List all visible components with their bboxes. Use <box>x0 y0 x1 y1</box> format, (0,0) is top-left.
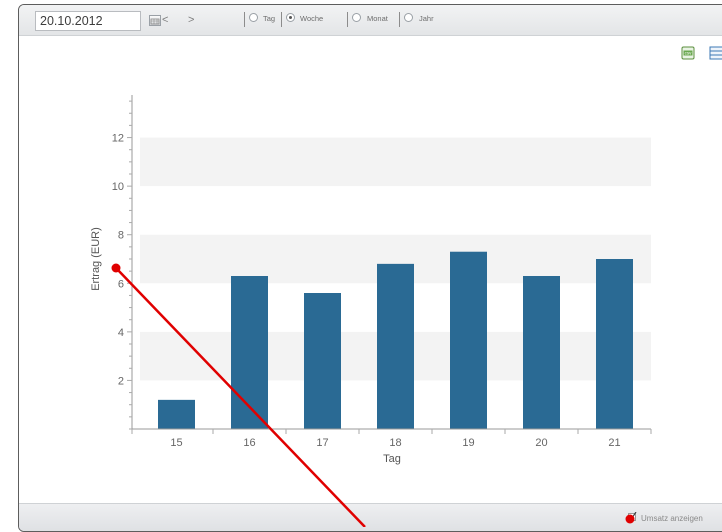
y-tick-label: 2 <box>118 375 124 387</box>
bar-15 <box>158 399 195 429</box>
x-tick-label: 19 <box>462 437 474 449</box>
umsatz-label[interactable]: Umsatz anzeigen <box>641 514 703 523</box>
x-tick-label: 20 <box>535 437 547 449</box>
y-tick-label: 8 <box>118 230 124 242</box>
app-window: 20.10.2012 < > Tag Woche Monat Jahr csv <box>18 4 722 532</box>
bar-16 <box>231 276 268 429</box>
y-tick-label: 10 <box>112 181 124 193</box>
bar-20 <box>523 276 560 429</box>
x-tick-label: 21 <box>608 437 620 449</box>
x-tick-label: 16 <box>243 437 255 449</box>
x-axis-label: Tag <box>383 453 401 465</box>
y-tick-label: 12 <box>112 133 124 145</box>
chart-band <box>140 137 651 187</box>
x-tick-label: 18 <box>389 437 401 449</box>
bar-21 <box>596 259 633 429</box>
bar-19 <box>450 251 487 429</box>
bar-chart: 2 4 6 8 10 12 15 16 17 18 19 20 21 Tag Ertrag (EUR) <box>90 95 652 465</box>
y-tick-label: 4 <box>118 327 124 339</box>
y-axis-label: Ertrag (EUR) <box>90 227 102 291</box>
bar-17 <box>304 293 341 429</box>
x-tick-label: 15 <box>170 437 182 449</box>
umsatz-checkbox[interactable] <box>628 512 637 521</box>
y-tick-label: 6 <box>118 278 124 290</box>
bar-18 <box>377 263 414 429</box>
x-tick-label: 17 <box>316 437 328 449</box>
